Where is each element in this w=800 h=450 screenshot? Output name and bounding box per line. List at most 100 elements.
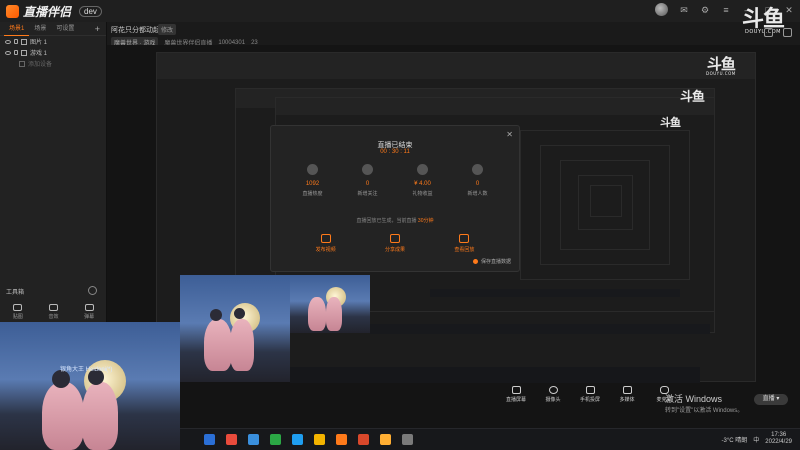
stat-heat: 1092 直播热度 <box>293 164 333 197</box>
title-bar: 直播伴侣 dev ✉ ⚙ ≡ – □ ✕ <box>0 0 800 22</box>
add-icon <box>19 60 25 67</box>
tool-danmaku[interactable]: 弹幕 <box>84 304 94 320</box>
phone-cast-button[interactable]: 手机投屏 <box>579 386 601 403</box>
layer-item[interactable]: 图片 1 <box>0 36 106 47</box>
taskbar-app-icon[interactable] <box>270 434 281 445</box>
taskbar-app-icon[interactable] <box>248 434 259 445</box>
activation-subtitle: 转到"设置"以激活 Windows。 <box>665 408 744 414</box>
view-replay-button[interactable]: 查看回放 <box>454 234 474 253</box>
stat-value: 1092 <box>305 181 320 187</box>
action-label: 分享成果 <box>384 247 405 253</box>
note-text: 直播回放已生成，当前直播 <box>356 218 417 224</box>
taskbar-app-icon[interactable] <box>204 434 215 445</box>
stat-label: 新增关注 <box>357 191 378 197</box>
taskbar-app-icon[interactable] <box>336 434 347 445</box>
tool-sticker[interactable]: 贴图 <box>13 304 23 320</box>
camera-icon <box>548 386 558 394</box>
save-data-checkbox[interactable]: 保存直播数据 <box>472 258 511 265</box>
layer-item[interactable]: 游戏 1 <box>0 47 106 58</box>
input-method[interactable]: 中 <box>753 435 759 444</box>
eye-icon[interactable] <box>5 39 11 44</box>
share-results-button[interactable]: 分享成果 <box>385 234 405 253</box>
windows-taskbar: -3°C 晴朗 中 17:36 2022/4/29 <box>180 428 800 450</box>
stat-label: 礼物收益 <box>412 191 433 197</box>
add-device-item[interactable]: 添加设备 <box>0 58 106 69</box>
toolbox-title: 工具箱 <box>6 290 25 296</box>
tool-label: 音效 <box>48 314 59 320</box>
add-scene-icon[interactable]: + <box>95 24 100 34</box>
stat-label: 新增人数 <box>467 191 488 197</box>
publish-video-button[interactable]: 发布视频 <box>316 234 336 253</box>
scene-tabs: 场景1 场景 可设置 + <box>0 22 106 36</box>
live-controls: 直播屏幕 摄像头 手机投屏 多媒体 麦克风 <box>505 386 675 403</box>
watermark-small: DOUYU.COM <box>706 70 736 76</box>
layer-label: 图片 1 <box>30 40 48 46</box>
game-icon <box>21 49 27 56</box>
tab-scene-3[interactable]: 可设置 <box>51 22 79 36</box>
version-badge[interactable]: dev <box>79 5 102 17</box>
checkbox-label: 保存直播数据 <box>480 259 511 265</box>
close-icon[interactable]: ✕ <box>784 5 794 15</box>
action-label: 发布视频 <box>315 247 336 253</box>
stats-row: 1092 直播热度 0 新增关注 ¥ 4.00 礼物收益 0 新增人数 <box>285 164 505 197</box>
cart-icon[interactable] <box>764 28 773 37</box>
clock-time: 17:36 <box>771 432 787 438</box>
camera-button[interactable]: 摄像头 <box>542 386 564 403</box>
watermark-big: 斗鱼 <box>706 55 736 73</box>
clock[interactable]: 17:36 2022/4/29 <box>765 432 792 446</box>
player-nameplate: 银角大王 Heideni(*) <box>60 367 113 373</box>
add-device-label: 添加设备 <box>28 62 53 68</box>
eye-icon[interactable] <box>5 50 11 55</box>
sound-icon <box>48 304 58 311</box>
lock-icon[interactable] <box>14 39 18 44</box>
edit-icon <box>459 234 470 243</box>
start-live-button[interactable]: 直播 ▾ <box>754 394 788 405</box>
scene-panel: 场景1 场景 可设置 + 图片 1 游戏 1 添加设备 工具箱 贴图 音效 弹幕 <box>0 22 107 322</box>
checkbox-icon <box>472 259 478 264</box>
tab-scene-2[interactable]: 场景 <box>29 22 51 36</box>
nested-taskbar <box>370 324 710 334</box>
flame-icon <box>307 164 318 175</box>
tool-sound[interactable]: 音效 <box>48 304 58 320</box>
sticker-icon <box>13 304 23 311</box>
control-label: 直播屏幕 <box>505 397 526 403</box>
control-label: 多媒体 <box>619 397 635 403</box>
close-icon[interactable]: ✕ <box>506 130 513 139</box>
game-capture-large: 银角大王 Heideni(*) <box>0 322 180 450</box>
gift-icon[interactable]: ✉ <box>679 5 689 15</box>
taskbar-app-icon[interactable] <box>292 434 303 445</box>
tool-label: 弹幕 <box>84 314 95 320</box>
taskbar-app-icon[interactable] <box>380 434 391 445</box>
tab-scene-1[interactable]: 场景1 <box>4 22 30 36</box>
taskbar-app-icon[interactable] <box>358 434 369 445</box>
edit-room-button[interactable]: 修改 <box>158 24 177 35</box>
watermark-big: 斗鱼 <box>660 116 681 129</box>
taskbar-app-icon[interactable] <box>226 434 237 445</box>
settings-icon[interactable]: ⚙ <box>700 5 710 15</box>
heart-icon <box>362 164 373 175</box>
clock-date: 2022/4/29 <box>765 439 792 446</box>
control-label: 摄像头 <box>545 397 561 403</box>
watermark-big: 斗鱼 <box>680 90 705 105</box>
watermark-big: 斗鱼 <box>742 7 785 32</box>
tool-label: 贴图 <box>12 314 23 320</box>
taskbar-app-icon[interactable] <box>314 434 325 445</box>
taskbar-app-icon[interactable] <box>402 434 413 445</box>
control-label: 手机投屏 <box>579 397 600 403</box>
app-logo: 直播伴侣 dev <box>0 3 102 20</box>
app-name: 直播伴侣 <box>23 4 72 19</box>
play-icon <box>622 386 632 394</box>
game-capture-small <box>290 275 370 333</box>
weather-text[interactable]: -3°C 晴朗 <box>722 435 748 444</box>
toolbox-more-icon[interactable] <box>88 286 97 295</box>
stat-new-users: 0 新增人数 <box>458 164 498 197</box>
stat-value: ¥ 4.00 <box>414 181 431 187</box>
system-tray: -3°C 晴朗 中 17:36 2022/4/29 <box>722 432 792 446</box>
menu-icon[interactable]: ≡ <box>721 5 731 15</box>
multimedia-button[interactable]: 多媒体 <box>616 386 638 403</box>
avatar[interactable] <box>655 3 668 16</box>
lock-icon[interactable] <box>14 50 18 55</box>
share-icon[interactable] <box>783 28 792 37</box>
action-label: 查看回放 <box>454 247 475 253</box>
screen-capture-button[interactable]: 直播屏幕 <box>505 386 527 403</box>
